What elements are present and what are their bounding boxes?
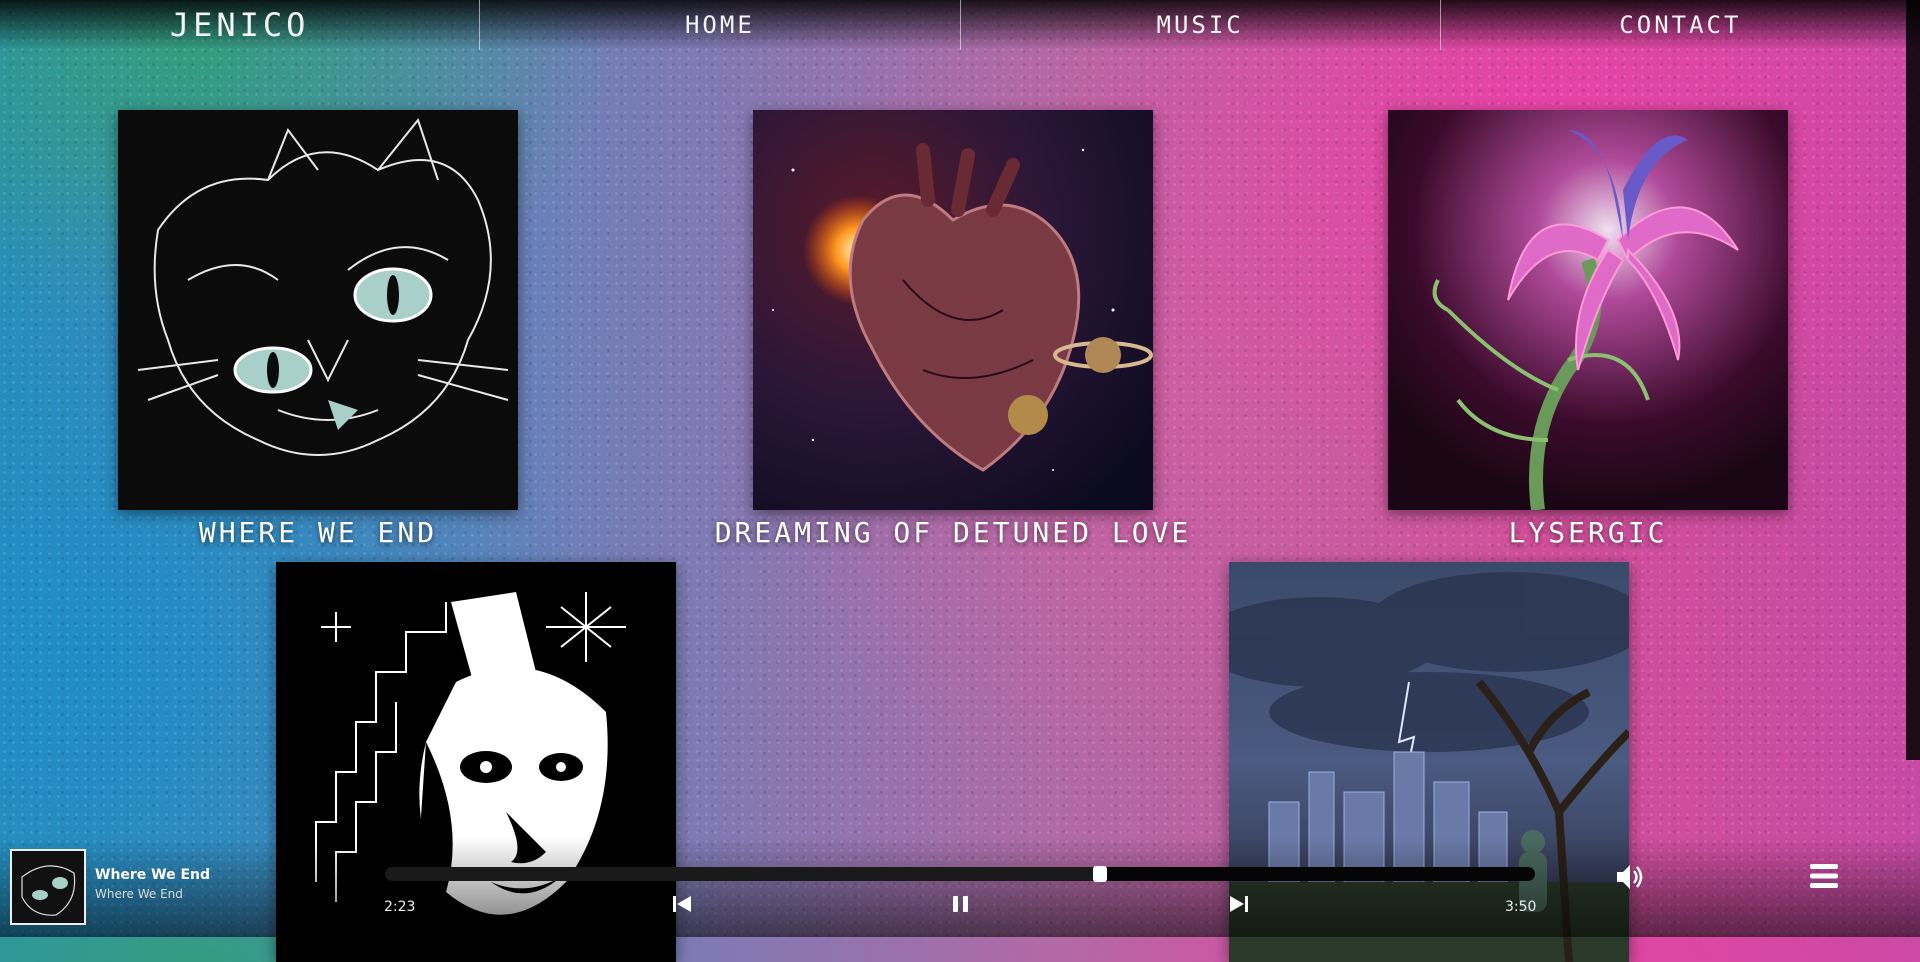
progress-knob[interactable] (1093, 866, 1108, 882)
album-dreaming-of-detuned-love[interactable]: DREAMING OF DETUNED LOVE (715, 110, 1188, 549)
music-player-bar: Where We End Where We End 2:23 3:50 (0, 837, 1920, 937)
album-cover-flower[interactable] (1388, 110, 1788, 510)
hamburger-menu-icon[interactable] (1808, 861, 1840, 891)
nav-contact[interactable]: CONTACT (1439, 0, 1920, 50)
album-where-we-end[interactable]: WHERE WE END (118, 110, 518, 549)
album-title[interactable]: WHERE WE END (0, 516, 668, 549)
volume-icon[interactable] (1614, 861, 1646, 893)
previous-icon[interactable] (671, 893, 693, 915)
brand-logo[interactable]: JENICO (0, 0, 479, 50)
now-playing-cover[interactable] (10, 849, 86, 925)
progress-bar[interactable] (385, 866, 1535, 882)
pause-icon[interactable] (950, 893, 972, 915)
album-title[interactable]: LYSERGIC (1238, 516, 1920, 549)
nav-home[interactable]: HOME (479, 0, 959, 50)
album-lysergic[interactable]: LYSERGIC (1388, 110, 1788, 549)
progress-fill (385, 867, 1101, 881)
current-time: 2:23 (384, 899, 416, 915)
now-playing-title: Where We End (95, 867, 211, 883)
now-playing-artist: Where We End (95, 887, 183, 901)
album-cover-heart[interactable] (753, 110, 1153, 510)
top-navigation: JENICO HOME MUSIC CONTACT (0, 0, 1920, 50)
total-time: 3:50 (1505, 899, 1537, 915)
album-title[interactable]: DREAMING OF DETUNED LOVE (603, 516, 1303, 549)
album-cover-cat[interactable] (118, 110, 518, 510)
next-icon[interactable] (1228, 893, 1250, 915)
scrollbar[interactable] (1906, 0, 1920, 760)
nav-music[interactable]: MUSIC (959, 0, 1440, 50)
